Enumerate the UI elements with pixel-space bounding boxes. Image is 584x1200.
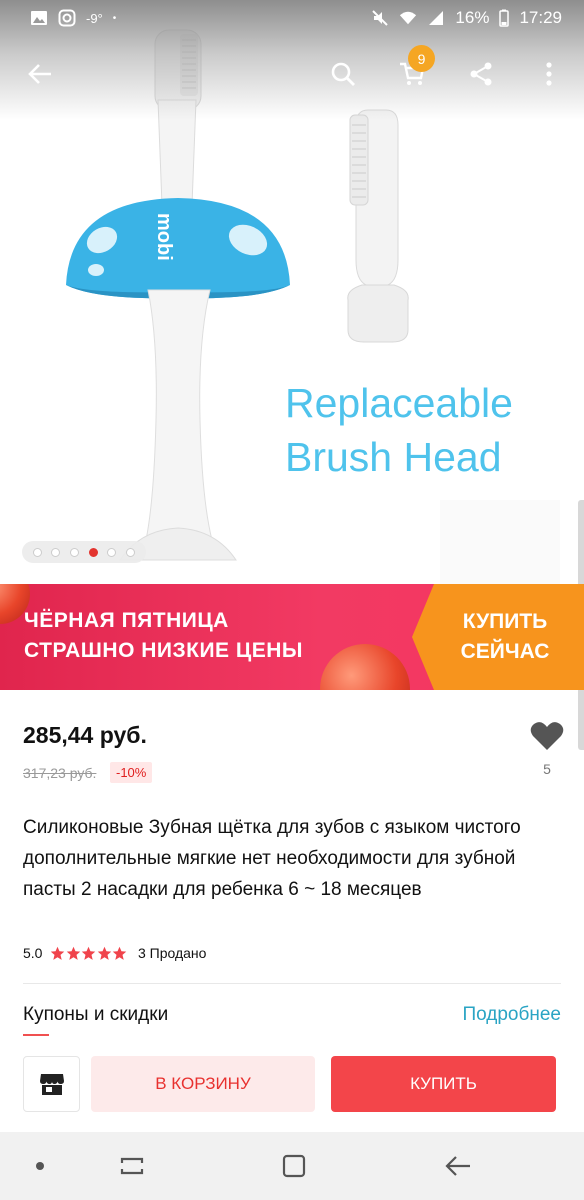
gallery-notification-icon (31, 11, 47, 25)
product-page: mobi Replaceable Brush Head -9° • 16% 17… (0, 0, 584, 1200)
promo-banner[interactable]: ЧЁРНАЯ ПЯТНИЦА СТРАШНО НИЗКИЕ ЦЕНЫ КУПИТ… (0, 584, 584, 690)
more-vertical-icon (546, 62, 552, 86)
search-icon (331, 62, 355, 86)
battery-percent: 16% (455, 8, 490, 27)
mute-icon (372, 10, 389, 26)
store-icon (39, 1074, 64, 1095)
overlay-line-1: Replaceable (285, 380, 513, 426)
promo-cta-line-2: СЕЙЧАС (460, 640, 550, 663)
coupons-more-link[interactable]: Подробнее (462, 1004, 561, 1026)
status-right: 16% 17:29 (371, 8, 562, 28)
status-bar: -9° • 16% 17:29 (0, 0, 584, 36)
system-back-button[interactable] (438, 1148, 478, 1184)
purchase-action-bar: В КОРЗИНУ КУПИТЬ (0, 1044, 584, 1132)
star-icon (82, 946, 96, 960)
star-icon (66, 946, 81, 960)
gallery-dot[interactable] (51, 547, 61, 557)
recent-apps-button[interactable] (112, 1148, 152, 1184)
instagram-icon (58, 9, 76, 27)
app-toolbar (0, 44, 584, 104)
star-icon (51, 946, 65, 960)
image-overlay-text: Replaceable Brush Head (285, 376, 513, 484)
home-button[interactable] (274, 1148, 314, 1184)
buy-now-button[interactable]: КУПИТЬ (331, 1056, 556, 1112)
rating-row[interactable]: 5.0 3 Продано (23, 945, 206, 961)
share-icon (470, 62, 492, 86)
system-back-icon (445, 1156, 470, 1176)
coupon-indicator (23, 1034, 49, 1036)
home-icon (282, 1154, 306, 1178)
wishlist-count: 5 (543, 761, 551, 777)
more-button[interactable] (529, 54, 569, 94)
section-divider (23, 983, 561, 984)
product-title: Силиконовые Зубная щётка для зубов с язы… (23, 817, 521, 900)
gallery-dot-active[interactable] (88, 547, 98, 557)
status-left: -9° • (30, 9, 116, 27)
gallery-pagination[interactable] (22, 541, 146, 563)
notification-dot-icon: • (112, 12, 117, 24)
promo-line-2: СТРАШНО НИЗКИЕ ЦЕНЫ (24, 639, 303, 662)
promo-text: ЧЁРНАЯ ПЯТНИЦА СТРАШНО НИЗКИЕ ЦЕНЫ (24, 606, 303, 666)
promo-decoration (320, 644, 410, 690)
battery-icon (499, 9, 510, 27)
star-icon (97, 946, 112, 960)
search-button[interactable] (323, 54, 363, 94)
promo-cta-line-1: КУПИТЬ (462, 610, 548, 633)
recent-apps-icon (120, 1157, 144, 1175)
wifi-icon (400, 11, 417, 25)
coupons-label: Купоны и скидки (23, 1004, 169, 1025)
cart-count-badge: 9 (408, 45, 435, 72)
original-price: 317,23 руб. (23, 765, 97, 781)
star-rating (50, 946, 128, 961)
dot-icon (36, 1162, 44, 1170)
system-nav-bar (0, 1132, 584, 1200)
product-price: 285,44 руб. (23, 722, 147, 748)
gallery-dot[interactable] (126, 547, 136, 557)
back-arrow-icon (28, 64, 51, 84)
overlay-line-2: Brush Head (285, 434, 502, 480)
rating-value: 5.0 (23, 945, 43, 961)
discount-badge: -10% (110, 762, 153, 783)
gallery-dot[interactable] (32, 547, 42, 557)
brand-logo-text: mobi (153, 213, 175, 261)
sold-count: 3 Продано (137, 945, 207, 961)
store-button[interactable] (23, 1056, 80, 1112)
nav-dot-button[interactable] (20, 1148, 60, 1184)
promo-line-1: ЧЁРНАЯ ПЯТНИЦА (24, 609, 229, 632)
wishlist-button[interactable] (528, 716, 566, 756)
heart-icon (530, 722, 564, 750)
promo-buy-now-button[interactable]: КУПИТЬ СЕЙЧАС (412, 584, 584, 690)
star-icon (113, 946, 127, 960)
add-to-cart-button[interactable]: В КОРЗИНУ (91, 1056, 315, 1112)
back-button[interactable] (20, 54, 60, 94)
gallery-dot[interactable] (107, 547, 117, 557)
share-button[interactable] (461, 54, 501, 94)
weather-temperature: -9° (86, 10, 103, 26)
gallery-dot[interactable] (70, 547, 80, 557)
clock: 17:29 (519, 8, 562, 27)
signal-icon (429, 11, 444, 25)
